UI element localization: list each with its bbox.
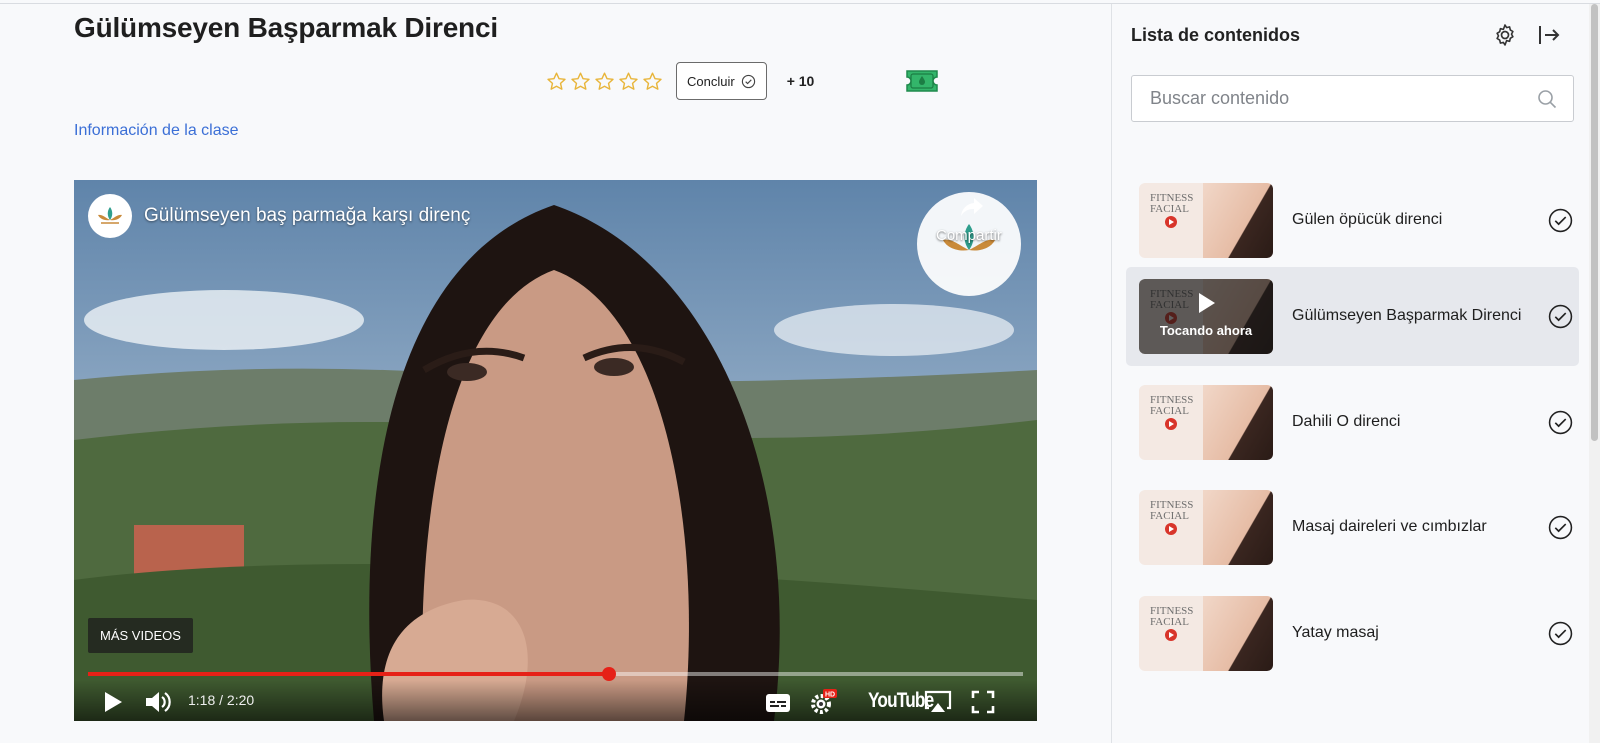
more-videos-button[interactable]: MÁS VIDEOS [88,618,193,653]
thumbnail-face [1203,490,1273,565]
check-circle-icon[interactable] [1548,208,1573,233]
hd-badge: HD [825,692,835,699]
progress-bar[interactable] [88,667,1023,681]
red-play-icon [1165,418,1177,430]
progress-played [88,672,609,676]
airplay-icon[interactable] [924,690,952,714]
video-frame [74,180,1037,721]
thumbnail-brand-text: FITNESSFACIAL [1150,605,1194,628]
page-scrollbar[interactable] [1589,4,1600,743]
share-label[interactable]: Compartir [936,227,1002,244]
lesson-item[interactable]: FITNESSFACIALTocando ahora Gülümseyen Baş… [1126,267,1579,366]
lesson-title[interactable]: Gülümseyen Başparmak Direnci [1292,307,1521,325]
share-icon[interactable] [959,196,985,218]
content-sidebar: Lista de contenidos FITNESSFACIAL Gülen ö… [1111,4,1600,743]
lesson-title[interactable]: Gülen öpücük direnci [1292,211,1442,229]
thumbnail-face [1203,183,1273,258]
now-playing-label: Tocando ahora [1159,323,1253,338]
thumbnail-face [1203,385,1273,460]
lesson-title[interactable]: Dahili O direnci [1292,413,1400,431]
search-icon[interactable] [1537,89,1557,109]
video-title[interactable]: Gülümseyen baş parmağa karşı direnç [144,205,470,227]
lesson-thumbnail[interactable]: FITNESS FACIAL [1139,490,1273,565]
player-controls: 1:18 / 2:20 HD YouTube [74,680,1037,721]
thumbnail-brand-text: FITNESSFACIAL [1150,499,1194,522]
search-input[interactable] [1132,76,1512,121]
play-icon [1199,293,1215,313]
search-box [1131,75,1574,122]
sidebar-title: Lista de contenidos [1131,25,1301,45]
rating-row: Concluir + 10 [546,62,814,100]
thumbnail-brand-text: FITNESSFACIAL [1150,192,1194,215]
volume-icon[interactable] [144,689,172,715]
lesson-item[interactable]: FITNESS FACIAL Dahili O direnci [1126,373,1579,472]
star-icon[interactable] [642,71,663,92]
gear-icon[interactable] [1493,23,1517,47]
lesson-title[interactable]: Yatay masaj [1292,624,1379,642]
lesson-thumbnail[interactable]: FITNESS FACIAL [1139,183,1273,258]
settings-icon[interactable]: HD [808,688,838,716]
lesson-title[interactable]: Masaj daireleri ve cımbızlar [1292,518,1487,536]
star-icon[interactable] [546,71,567,92]
collapse-sidebar-icon[interactable] [1537,23,1561,47]
lesson-item[interactable]: FITNESS FACIAL Masaj daireleri ve cımbızla… [1126,478,1579,577]
red-play-icon [1165,216,1177,228]
ticket-icon [906,70,938,92]
class-info-link[interactable]: Información de la clase [74,122,239,140]
thumbnail-brand-text: FITNESSFACIAL [1150,394,1194,417]
check-circle-icon[interactable] [1548,621,1573,646]
page-title: Gülümseyen Başparmak Direnci [74,12,498,43]
thumbnail-face [1203,596,1273,671]
subtitles-icon[interactable] [765,693,791,713]
complete-button[interactable]: Concluir [676,62,767,100]
time-display: 1:18 / 2:20 [188,692,255,708]
video-player[interactable]: Gülümseyen baş parmağa karşı direnç Comp… [74,180,1037,721]
video-header: Gülümseyen baş parmağa karşı direnç [88,194,470,238]
progress-handle[interactable] [602,667,616,681]
star-icon[interactable] [618,71,639,92]
channel-avatar[interactable] [88,194,132,238]
star-rating[interactable] [546,71,663,92]
scrollbar-thumb[interactable] [1591,4,1598,441]
lesson-item[interactable]: FITNESS FACIAL Yatay masaj [1126,584,1579,683]
main-content: Gülümseyen Başparmak Direnci Concluir + … [0,0,1111,743]
complete-button-label: Concluir [687,73,735,89]
check-circle-icon[interactable] [1548,304,1573,329]
star-icon[interactable] [570,71,591,92]
lesson-thumbnail[interactable]: FITNESSFACIALTocando ahora [1139,279,1273,354]
lesson-item[interactable]: FITNESS FACIAL Gülen öpücük direnci [1126,171,1579,270]
check-circle-icon[interactable] [1548,410,1573,435]
red-play-icon [1165,629,1177,641]
star-icon[interactable] [594,71,615,92]
lotus-logo-icon [98,207,122,224]
lesson-thumbnail[interactable]: FITNESS FACIAL [1139,385,1273,460]
red-play-icon [1165,523,1177,535]
check-circle-icon[interactable] [1548,515,1573,540]
lesson-thumbnail[interactable]: FITNESS FACIAL [1139,596,1273,671]
fullscreen-icon[interactable] [971,690,995,714]
points-label: + 10 [786,73,815,89]
play-icon[interactable] [102,690,124,714]
check-circle-icon [741,74,755,88]
